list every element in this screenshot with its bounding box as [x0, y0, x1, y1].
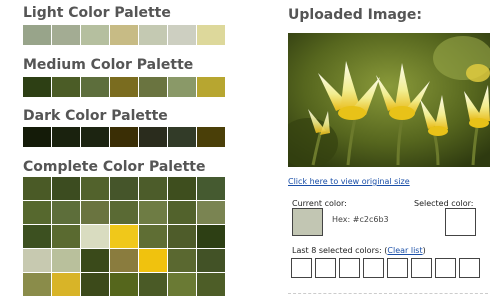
color-swatch[interactable]: [81, 225, 109, 248]
complete-palette-grid: [23, 177, 227, 296]
color-swatch[interactable]: [110, 225, 138, 248]
color-swatch[interactable]: [110, 273, 138, 296]
selected-color-slot[interactable]: [387, 258, 408, 278]
color-swatch[interactable]: [81, 25, 109, 45]
color-swatch[interactable]: [139, 177, 167, 200]
color-swatch[interactable]: [23, 249, 51, 272]
color-swatch[interactable]: [52, 273, 80, 296]
color-swatch[interactable]: [168, 273, 196, 296]
color-swatch[interactable]: [52, 127, 80, 147]
color-swatch[interactable]: [139, 249, 167, 272]
color-swatch[interactable]: [168, 225, 196, 248]
color-swatch[interactable]: [23, 77, 51, 97]
color-swatch[interactable]: [52, 177, 80, 200]
selected-color-slot[interactable]: [459, 258, 480, 278]
light-palette-strip: [23, 25, 225, 45]
color-swatch[interactable]: [110, 127, 138, 147]
color-swatch[interactable]: [81, 77, 109, 97]
dark-palette-title: Dark Color Palette: [23, 108, 168, 124]
color-swatch[interactable]: [81, 177, 109, 200]
color-swatch[interactable]: [168, 127, 196, 147]
color-swatch[interactable]: [197, 225, 225, 248]
selected-color-swatch: [445, 208, 476, 236]
color-swatch[interactable]: [168, 249, 196, 272]
color-swatch[interactable]: [81, 201, 109, 224]
selected-color-slot[interactable]: [435, 258, 456, 278]
color-swatch[interactable]: [23, 25, 51, 45]
color-swatch[interactable]: [23, 225, 51, 248]
dark-palette-strip: [23, 127, 225, 147]
color-swatch[interactable]: [52, 225, 80, 248]
color-swatch[interactable]: [168, 201, 196, 224]
divider: [288, 293, 488, 294]
color-swatch[interactable]: [52, 201, 80, 224]
color-swatch[interactable]: [197, 25, 225, 45]
color-swatch[interactable]: [81, 273, 109, 296]
color-swatch[interactable]: [52, 249, 80, 272]
color-swatch[interactable]: [197, 177, 225, 200]
uploaded-image-title: Uploaded Image:: [288, 7, 423, 23]
color-swatch[interactable]: [139, 25, 167, 45]
clear-list-link[interactable]: Clear list: [387, 246, 422, 255]
color-swatch[interactable]: [139, 77, 167, 97]
color-swatch[interactable]: [110, 77, 138, 97]
selected-color-slot[interactable]: [411, 258, 432, 278]
current-color-swatch: [292, 208, 323, 236]
color-swatch[interactable]: [168, 177, 196, 200]
last-selected-colors-label: Last 8 selected colors: (Clear list): [292, 246, 426, 255]
selected-color-label: Selected color:: [414, 199, 474, 208]
color-swatch[interactable]: [52, 25, 80, 45]
color-swatch[interactable]: [139, 127, 167, 147]
last-selected-colors-slots: [291, 258, 483, 278]
color-swatch[interactable]: [139, 201, 167, 224]
color-swatch[interactable]: [110, 201, 138, 224]
color-swatch[interactable]: [197, 77, 225, 97]
color-swatch[interactable]: [197, 201, 225, 224]
color-swatch[interactable]: [110, 177, 138, 200]
color-swatch[interactable]: [23, 177, 51, 200]
selected-color-slot[interactable]: [291, 258, 312, 278]
color-swatch[interactable]: [23, 127, 51, 147]
current-color-hex: Hex: #c2c6b3: [332, 215, 389, 224]
light-palette-title: Light Color Palette: [23, 5, 171, 21]
color-swatch[interactable]: [168, 77, 196, 97]
selected-color-slot[interactable]: [315, 258, 336, 278]
color-swatch[interactable]: [197, 273, 225, 296]
color-swatch[interactable]: [23, 273, 51, 296]
uploaded-image[interactable]: [288, 33, 490, 167]
color-swatch[interactable]: [197, 127, 225, 147]
color-swatch[interactable]: [110, 249, 138, 272]
color-swatch[interactable]: [139, 273, 167, 296]
medium-palette-title: Medium Color Palette: [23, 57, 194, 73]
tulip-photo-icon: [288, 33, 490, 167]
color-swatch[interactable]: [197, 249, 225, 272]
color-swatch[interactable]: [81, 127, 109, 147]
selected-color-slot[interactable]: [363, 258, 384, 278]
color-swatch[interactable]: [52, 77, 80, 97]
medium-palette-strip: [23, 77, 225, 97]
selected-color-slot[interactable]: [339, 258, 360, 278]
current-color-label: Current color:: [292, 199, 347, 208]
color-swatch[interactable]: [23, 201, 51, 224]
color-swatch[interactable]: [110, 25, 138, 45]
view-original-size-link[interactable]: Click here to view original size: [288, 177, 410, 186]
color-swatch[interactable]: [139, 225, 167, 248]
complete-palette-title: Complete Color Palette: [23, 159, 206, 175]
color-swatch[interactable]: [81, 249, 109, 272]
color-swatch[interactable]: [168, 25, 196, 45]
